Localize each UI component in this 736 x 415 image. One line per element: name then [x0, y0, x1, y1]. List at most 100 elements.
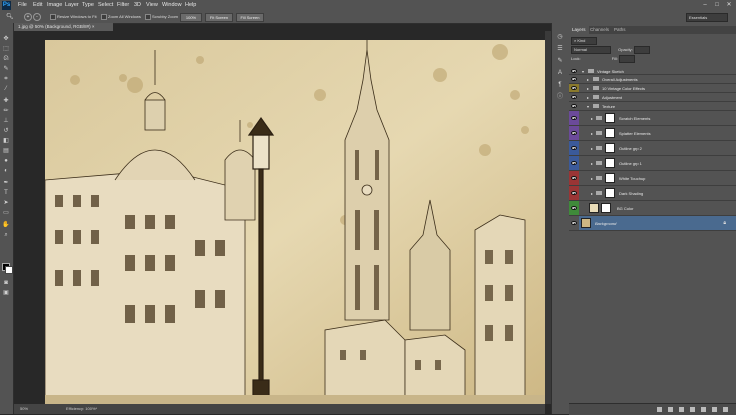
minimize-button[interactable]: –	[700, 1, 710, 9]
crop-tool-icon[interactable]: ⌗	[2, 75, 10, 83]
expand-arrow-icon[interactable]: ▸	[587, 77, 589, 82]
close-button[interactable]: ✕	[724, 1, 734, 9]
delete-layer-icon[interactable]	[723, 407, 728, 412]
visibility-eye-icon[interactable]	[571, 104, 577, 108]
visibility-eye-icon[interactable]	[571, 77, 577, 81]
tab-paths[interactable]: Paths	[611, 26, 629, 34]
layer-mask-thumbnail[interactable]	[605, 188, 615, 198]
eraser-tool-icon[interactable]: ◧	[2, 137, 10, 145]
layer-row[interactable]: ▸ Outline grp 1	[569, 156, 736, 171]
layer-thumbnail[interactable]	[589, 203, 599, 213]
layer-mask-thumbnail[interactable]	[605, 143, 615, 153]
zoom-tool-icon[interactable]: 🔍︎	[6, 13, 14, 20]
expand-arrow-icon[interactable]: ▸	[591, 176, 593, 181]
expand-arrow-icon[interactable]: ▸	[587, 86, 589, 91]
filter-kind-select[interactable]: ⌕ Kind	[571, 37, 597, 45]
document-tab[interactable]: 1.jpg @ 50% (Background, RGB/8#) ×	[14, 23, 113, 31]
expand-arrow-icon[interactable]: ▸	[591, 146, 593, 151]
zoom-level[interactable]: 50%	[20, 404, 28, 414]
menu-window[interactable]: Window	[162, 2, 182, 8]
layer-row-selected[interactable]: Background 🔒︎	[569, 216, 736, 231]
layer-style-icon[interactable]	[668, 407, 673, 412]
screen-mode-icon[interactable]: ▣	[2, 289, 10, 297]
eyedropper-tool-icon[interactable]: ⁄	[2, 85, 10, 93]
layer-row[interactable]: ▾ Vintage Sketch	[569, 67, 736, 75]
history-brush-tool-icon[interactable]: ↺	[2, 127, 10, 135]
expand-arrow-icon[interactable]: ▾	[582, 69, 584, 74]
quick-mask-icon[interactable]: ◙	[2, 279, 10, 287]
visibility-eye-icon[interactable]	[571, 95, 577, 99]
gradient-tool-icon[interactable]: ▤	[2, 147, 10, 155]
path-select-tool-icon[interactable]: ➤	[2, 199, 10, 207]
lasso-tool-icon[interactable]: ᘏ	[2, 55, 10, 63]
menu-view[interactable]: View	[146, 2, 158, 8]
layer-mask-thumbnail[interactable]	[601, 203, 611, 213]
layer-row[interactable]: ▸ Dark Shading	[569, 186, 736, 201]
menu-help[interactable]: Help	[185, 2, 196, 8]
scrubby-zoom-checkbox[interactable]: Scrubby Zoom	[145, 14, 178, 20]
shape-tool-icon[interactable]: ▭	[2, 209, 10, 217]
add-mask-icon[interactable]	[679, 407, 684, 412]
layer-row[interactable]: ▾ Texture	[569, 102, 736, 111]
workspace-select[interactable]: Essentials	[686, 13, 728, 22]
visibility-eye-icon[interactable]	[571, 86, 577, 90]
resize-windows-checkbox[interactable]: Resize Windows to Fit	[50, 14, 97, 20]
pen-tool-icon[interactable]: ✒	[2, 179, 10, 187]
visibility-eye-icon[interactable]	[571, 116, 577, 120]
brush-tool-icon[interactable]: ✏	[2, 107, 10, 115]
expand-arrow-icon[interactable]: ▾	[587, 104, 589, 109]
new-layer-icon[interactable]	[712, 407, 717, 412]
dodge-tool-icon[interactable]: ◐	[2, 167, 10, 175]
marquee-tool-icon[interactable]: ⬚	[2, 45, 10, 53]
visibility-eye-icon[interactable]	[571, 206, 577, 210]
background-color-swatch[interactable]	[5, 266, 13, 274]
actual-pixels-button[interactable]: 100%	[180, 13, 202, 22]
history-panel-icon[interactable]: ◷	[556, 33, 564, 41]
menu-layer[interactable]: Layer	[65, 2, 79, 8]
tab-layers[interactable]: Layers	[569, 26, 589, 34]
opacity-field[interactable]	[633, 46, 650, 54]
layer-mask-thumbnail[interactable]	[605, 158, 615, 168]
move-tool-icon[interactable]: ✥	[2, 35, 10, 43]
hand-tool-icon[interactable]: ✋	[2, 221, 10, 229]
visibility-eye-icon[interactable]	[571, 131, 577, 135]
menu-edit[interactable]: Edit	[33, 2, 42, 8]
maximize-button[interactable]: □	[712, 1, 722, 9]
zoom-tool-icon[interactable]: ⌕	[2, 231, 10, 239]
menu-filter[interactable]: Filter	[117, 2, 129, 8]
layer-mask-thumbnail[interactable]	[605, 128, 615, 138]
fill-screen-button[interactable]: Fill Screen	[236, 13, 264, 22]
menu-select[interactable]: Select	[98, 2, 113, 8]
blend-mode-select[interactable]: Normal	[571, 46, 611, 54]
layer-row[interactable]: ▸ Outline grp 2	[569, 141, 736, 156]
layer-thumbnail[interactable]	[581, 218, 591, 228]
adjustment-layer-icon[interactable]	[690, 407, 695, 412]
paragraph-panel-icon[interactable]: ¶	[556, 81, 564, 89]
menu-type[interactable]: Type	[82, 2, 94, 8]
visibility-eye-icon[interactable]	[571, 69, 577, 73]
expand-arrow-icon[interactable]: ▸	[591, 116, 593, 121]
tab-channels[interactable]: Channels	[587, 26, 612, 34]
properties-panel-icon[interactable]: ☰	[556, 45, 564, 53]
layer-mask-thumbnail[interactable]	[605, 173, 615, 183]
layer-row[interactable]: ▸ Scratch Elements	[569, 111, 736, 126]
link-layers-icon[interactable]	[657, 407, 662, 412]
expand-arrow-icon[interactable]: ▸	[591, 161, 593, 166]
zoom-out-icon[interactable]: -	[33, 13, 41, 21]
info-panel-icon[interactable]: ⓘ	[556, 93, 564, 101]
character-panel-icon[interactable]: A	[556, 69, 564, 77]
layer-row[interactable]: ▸ Overall Adjustments	[569, 75, 736, 84]
type-tool-icon[interactable]: T	[2, 189, 10, 197]
layer-row[interactable]: ▸ 10 Vintage Color Effects	[569, 84, 736, 93]
fill-field[interactable]	[619, 55, 636, 63]
layer-mask-thumbnail[interactable]	[605, 113, 615, 123]
layer-row[interactable]: ▸ Adjustment	[569, 93, 736, 102]
new-group-icon[interactable]	[701, 407, 706, 412]
healing-brush-tool-icon[interactable]: ✚	[2, 97, 10, 105]
visibility-eye-icon[interactable]	[571, 221, 577, 225]
clone-stamp-tool-icon[interactable]: ⊥	[2, 117, 10, 125]
expand-arrow-icon[interactable]: ▸	[591, 131, 593, 136]
expand-arrow-icon[interactable]: ▸	[591, 191, 593, 196]
quick-select-tool-icon[interactable]: ✎	[2, 65, 10, 73]
visibility-eye-icon[interactable]	[571, 191, 577, 195]
